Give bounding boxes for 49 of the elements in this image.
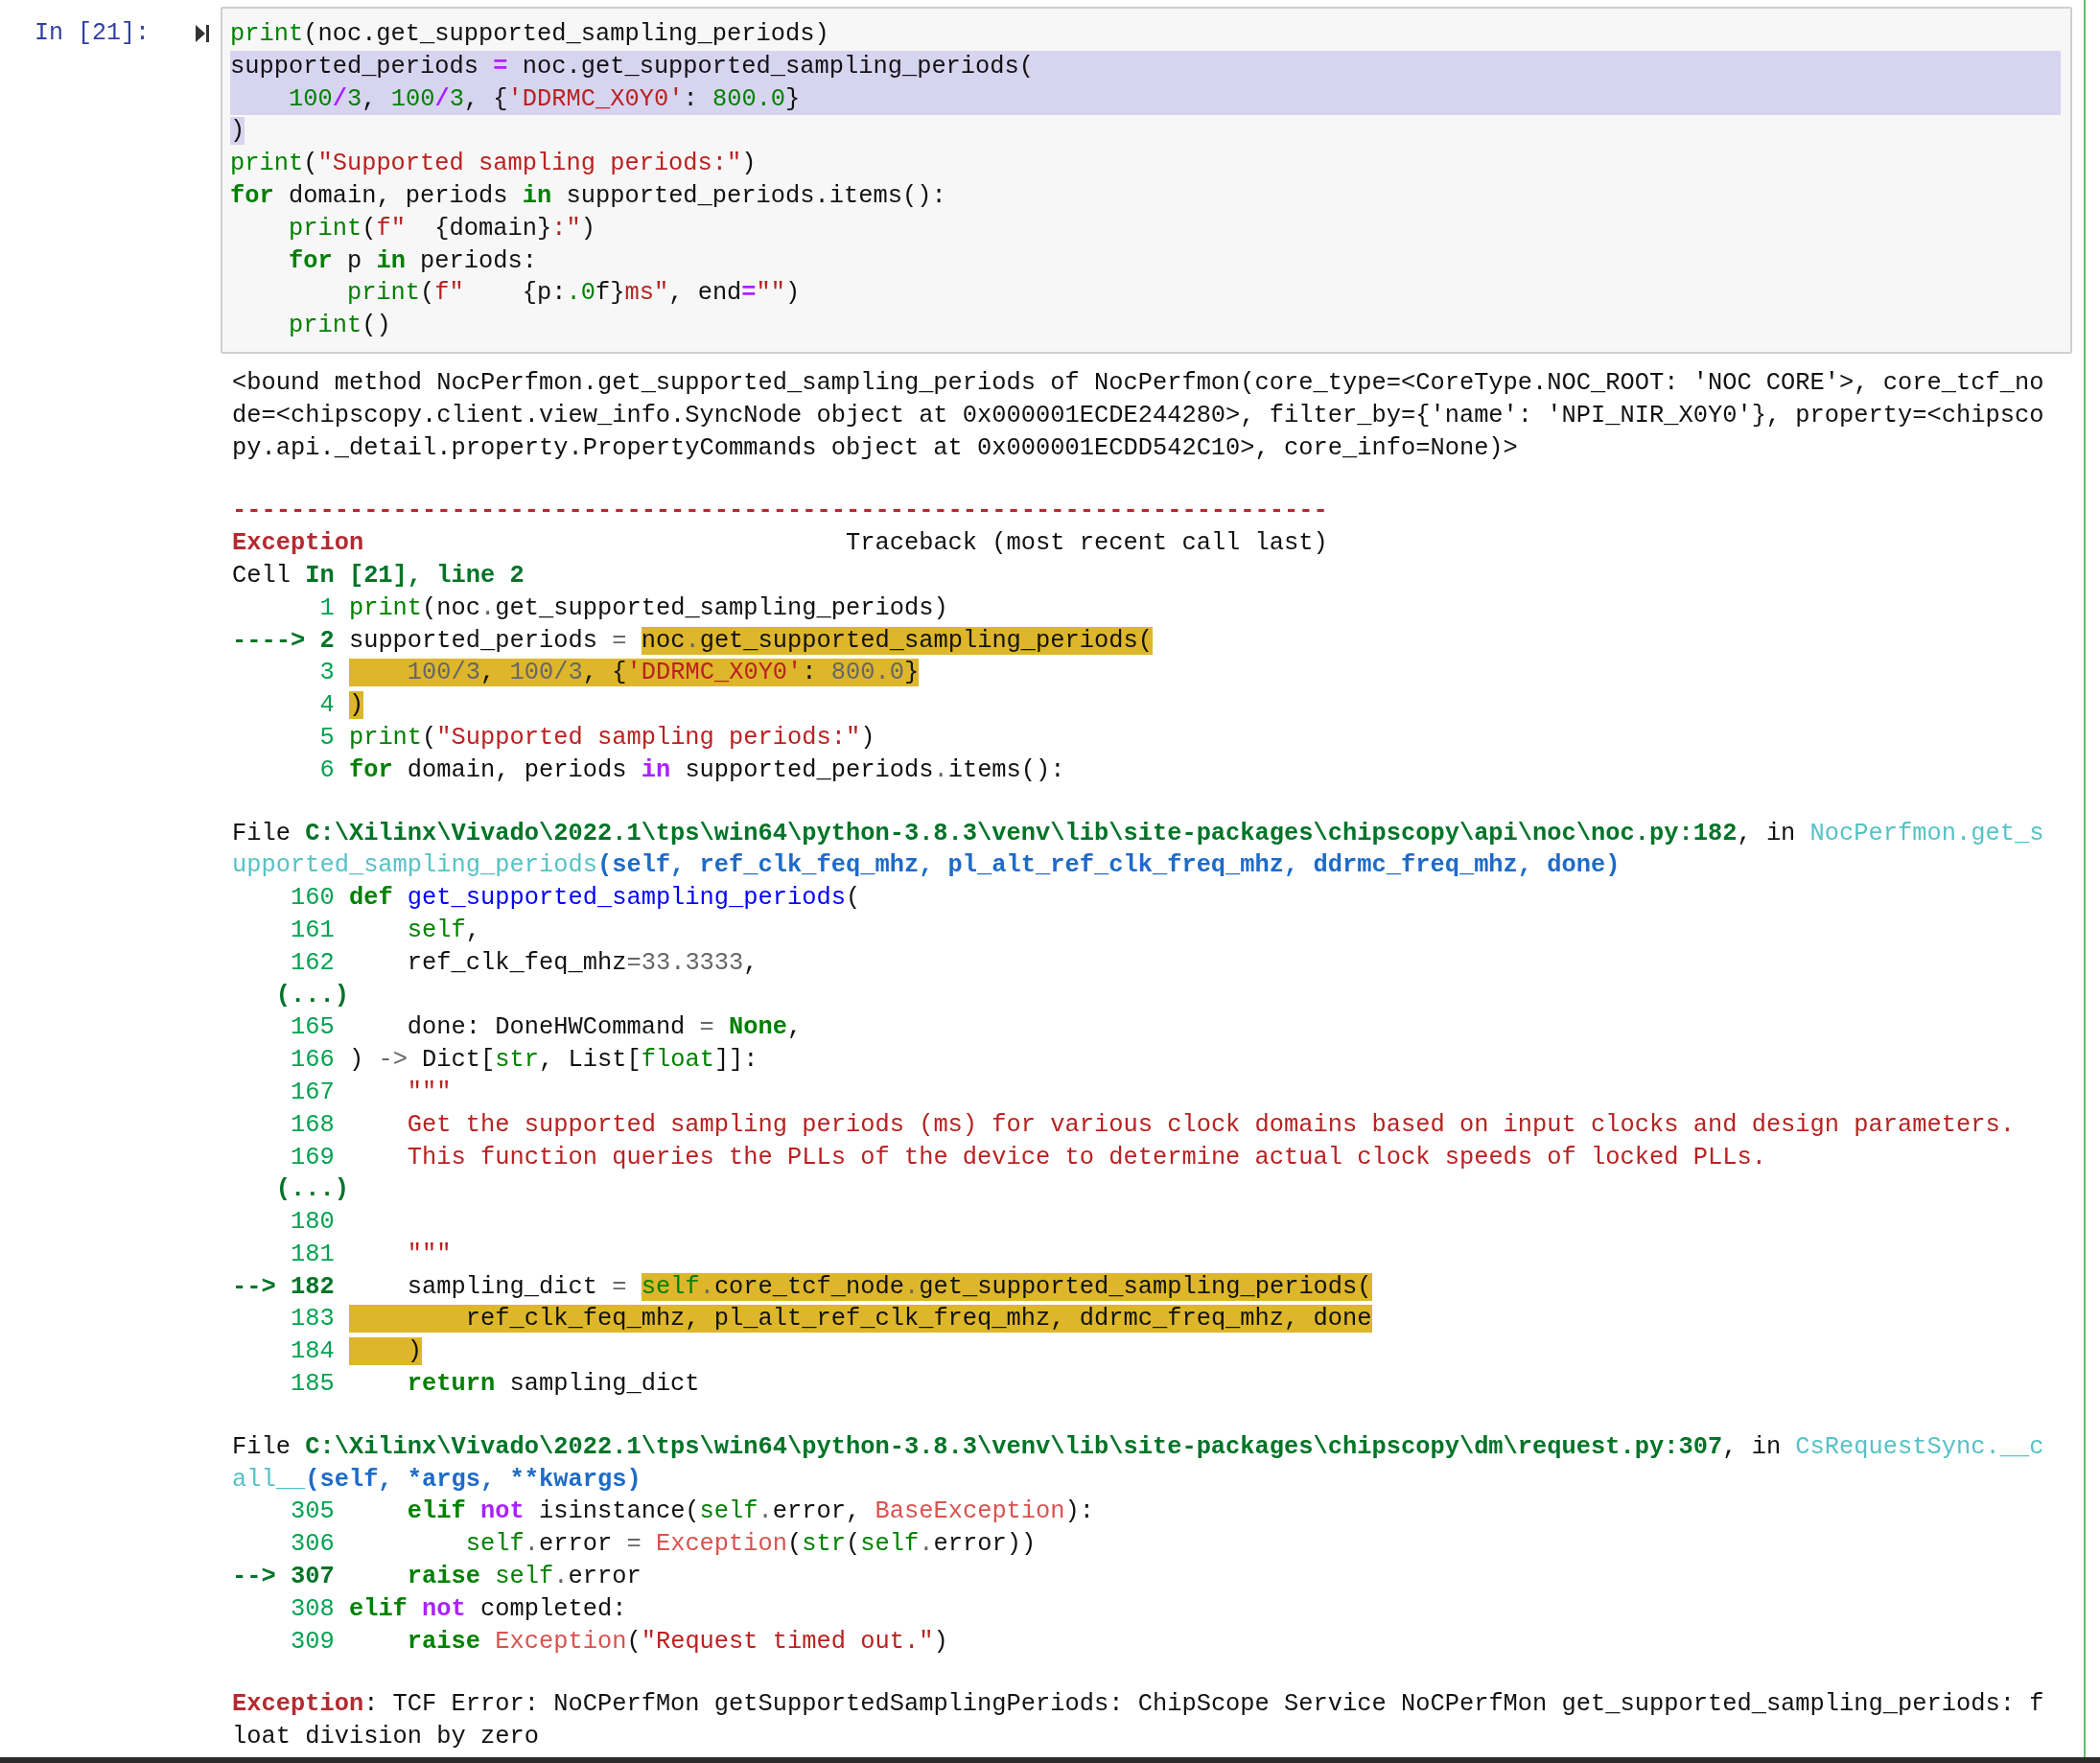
code-line: print(f" {p:.0f}ms", end="") — [345, 278, 802, 310]
play-bar-icon[interactable] — [195, 24, 211, 43]
output-line: ----> 2 supported_periods = noc.get_supported_sampling_periods( — [232, 625, 1154, 657]
output-line: 169 This function queries the PLLs of the device to determine actual clock speeds of locked PLLs. — [289, 1142, 1767, 1173]
output-line: 1 print(noc.get_supported_sampling_periods) — [318, 592, 949, 624]
output-line: --> 182 sampling_dict = self.core_tcf_node.get_supported_sampling_periods( — [232, 1271, 1373, 1303]
output-line: Exception Traceback (most recent call last) — [232, 528, 1329, 560]
code-line: for domain, periods in supported_periods.items(): — [230, 181, 947, 212]
output-line: 167 """ — [289, 1077, 453, 1108]
output-line: all__(self, *args, **kwargs) — [232, 1464, 642, 1496]
output-line: 161 self, — [289, 915, 482, 946]
output-line: 6 for domain, periods in supported_periods.items(): — [318, 754, 1066, 786]
output-line: Cell In [21], line 2 — [232, 560, 525, 592]
output-line: 184 ) — [289, 1336, 424, 1368]
output-line: 183 ref_clk_feq_mhz, pl_alt_ref_clk_freq_mhz, ddrmc_freq_mhz, done — [289, 1304, 1373, 1335]
output-line: Exception: TCF Error: NoCPerfMon getSupportedSamplingPeriods: ChipScope Service NoCPerfMon get_supported_sampling_periods: f — [232, 1689, 2045, 1721]
output-line: 180 — [289, 1207, 336, 1239]
output-line: de=<chipscopy.client.view_info.SyncNode object at 0x000001ECDE244280>, filter_by={'name': 'NPI_NIR_X0Y0'}, property=<chipsco — [232, 400, 2045, 431]
code-editor[interactable] — [221, 7, 2072, 354]
output-line: --------------------------------------------------------------------------- — [232, 496, 1329, 527]
output-line: 168 Get the supported sampling periods (ms) for various clock domains based on input clocks and design parameters. — [289, 1109, 2016, 1141]
output-line: loat division by zero — [232, 1722, 540, 1753]
output-line: 181 """ — [289, 1239, 453, 1270]
output-line: 306 self.error = Exception(str(self.error)) — [289, 1529, 1038, 1561]
output-line: 4 ) — [318, 690, 365, 722]
code-line: print(f" {domain}:") — [287, 213, 596, 244]
code-line: for p in periods: — [287, 245, 538, 277]
code-line: print("Supported sampling periods:") — [230, 149, 758, 180]
output-line: (...) — [274, 980, 350, 1011]
output-line: <bound method NocPerfmon.get_supported_sampling_periods of NocPerfmon(core_type=<CoreType.NOC_ROOT: 'NOC CORE'>, core_tcf_no — [232, 367, 2045, 399]
output-line: py.api._detail.property.PropertyCommands object at 0x000001ECDD542C10>, core_info=None)> — [232, 432, 1519, 464]
output-line: 160 def get_supported_sampling_periods( — [289, 883, 862, 915]
output-line: 165 done: DoneHWCommand = None, — [289, 1012, 804, 1044]
output-line: (...) — [274, 1174, 350, 1206]
output-line: 185 return sampling_dict — [289, 1369, 701, 1401]
output-line: upported_sampling_periods(self, ref_clk_feq_mhz, pl_alt_ref_clk_freq_mhz, ddrmc_freq_mhz, done) — [232, 850, 1622, 882]
output-line: 5 print("Supported sampling periods:") — [318, 722, 876, 754]
output-line: File C:\Xilinx\Vivado\2022.1\tps\win64\python-3.8.3\venv\lib\site-packages\chipscopy\api\noc\noc.py:182, in NocPerfmon.get_s — [232, 818, 2045, 849]
output-line: --> 307 raise self.error — [232, 1562, 642, 1593]
output-line: 308 elif not completed: — [289, 1593, 628, 1625]
output-line: 3 100/3, 100/3, {'DDRMC_X0Y0': 800.0} — [318, 658, 921, 689]
output-line: 166 ) -> Dict[str, List[float]]: — [289, 1045, 759, 1077]
output-line: 162 ref_clk_feq_mhz=33.3333, — [289, 947, 759, 979]
output-line: 309 raise Exception("Request timed out.") — [289, 1626, 949, 1658]
cell-prompt: In [21]: — [35, 18, 151, 49]
code-line: print() — [287, 311, 392, 342]
code-line: print(noc.get_supported_sampling_periods) — [230, 19, 830, 50]
output-line: 305 elif not isinstance(self.error, BaseException): — [289, 1496, 1096, 1528]
output-line: File C:\Xilinx\Vivado\2022.1\tps\win64\python-3.8.3\venv\lib\site-packages\chipscopy\dm\request.py:307, in CsRequestSync.__c — [232, 1431, 2045, 1463]
